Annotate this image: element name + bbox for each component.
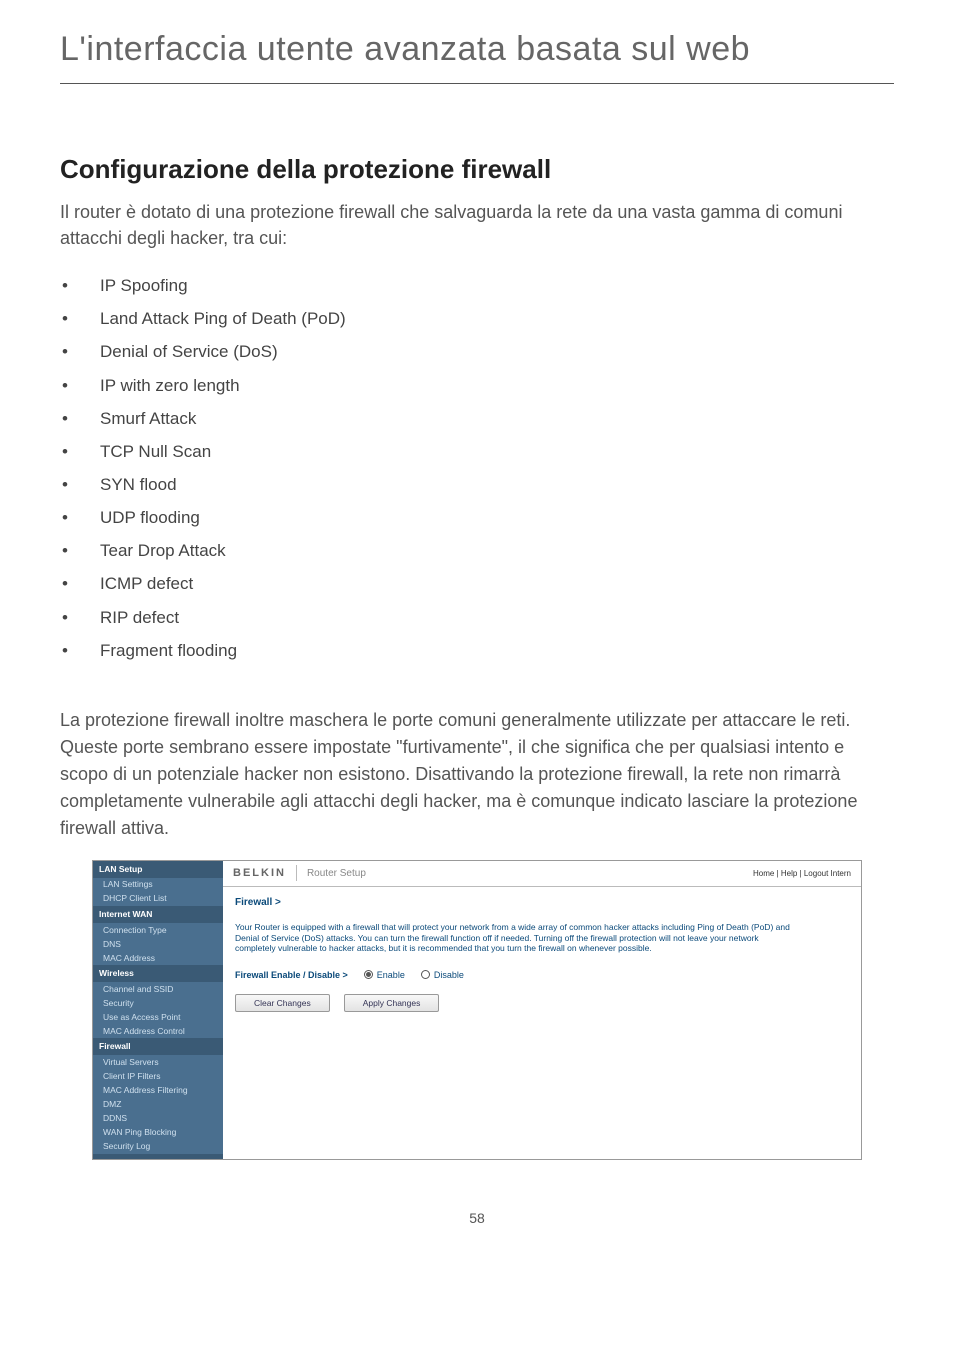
router-setup-label: Router Setup (307, 868, 366, 879)
router-sidebar: LAN Setup LAN Settings DHCP Client List … (93, 861, 223, 1159)
sidebar-item[interactable]: DHCP Client List (93, 892, 223, 906)
sidebar-item[interactable]: Client IP Filters (93, 1070, 223, 1084)
list-item-label: Fragment flooding (100, 634, 237, 667)
list-item: •UDP flooding (60, 501, 894, 534)
list-item-label: Tear Drop Attack (100, 534, 226, 567)
list-item: •RIP defect (60, 601, 894, 634)
sidebar-item[interactable]: DDNS (93, 1112, 223, 1126)
bullet-dot-icon: • (60, 468, 100, 501)
brand-logo: BELKIN (233, 867, 286, 879)
bullet-dot-icon: • (60, 567, 100, 600)
bullet-dot-icon: • (60, 302, 100, 335)
list-item-label: TCP Null Scan (100, 435, 211, 468)
router-screenshot: LAN Setup LAN Settings DHCP Client List … (92, 860, 862, 1160)
apply-changes-button[interactable]: Apply Changes (344, 994, 440, 1012)
list-item-label: ICMP defect (100, 567, 193, 600)
list-item: •Tear Drop Attack (60, 534, 894, 567)
list-item: •ICMP defect (60, 567, 894, 600)
list-item-label: UDP flooding (100, 501, 200, 534)
radio-disable-label: Disable (434, 970, 464, 980)
list-item-label: RIP defect (100, 601, 179, 634)
router-content: Firewall > Your Router is equipped with … (223, 887, 861, 1022)
sidebar-group-utilities[interactable]: Utilities (93, 1154, 223, 1160)
list-item: •IP with zero length (60, 369, 894, 402)
radio-enable[interactable]: Enable (364, 970, 405, 980)
intro-paragraph: Il router è dotato di una protezione fir… (60, 199, 894, 251)
sidebar-item[interactable]: Use as Access Point (93, 1010, 223, 1024)
chapter-title: L'interfaccia utente avanzata basata sul… (60, 30, 894, 84)
bullet-dot-icon: • (60, 369, 100, 402)
bullet-dot-icon: • (60, 501, 100, 534)
header-links[interactable]: Home | Help | Logout Intern (753, 869, 851, 878)
list-item-label: Denial of Service (DoS) (100, 335, 278, 368)
list-item: •Denial of Service (DoS) (60, 335, 894, 368)
bullet-dot-icon: • (60, 534, 100, 567)
divider-icon (296, 865, 297, 881)
clear-changes-button[interactable]: Clear Changes (235, 994, 330, 1012)
list-item: •Smurf Attack (60, 402, 894, 435)
sidebar-item[interactable]: Channel and SSID (93, 982, 223, 996)
radio-disable[interactable]: Disable (421, 970, 464, 980)
sidebar-item[interactable]: MAC Address Filtering (93, 1084, 223, 1098)
router-main: BELKIN Router Setup Home | Help | Logout… (223, 861, 861, 1159)
sidebar-item[interactable]: Security Log (93, 1140, 223, 1154)
sidebar-item[interactable]: DNS (93, 937, 223, 951)
sidebar-item[interactable]: DMZ (93, 1098, 223, 1112)
sidebar-item[interactable]: LAN Settings (93, 878, 223, 892)
sidebar-group-wireless[interactable]: Wireless (93, 965, 223, 982)
list-item-label: IP Spoofing (100, 269, 188, 302)
bullet-dot-icon: • (60, 435, 100, 468)
bullet-dot-icon: • (60, 634, 100, 667)
bullet-dot-icon: • (60, 402, 100, 435)
bullet-dot-icon: • (60, 601, 100, 634)
sidebar-group-lan[interactable]: LAN Setup (93, 861, 223, 878)
breadcrumb: Firewall > (235, 897, 849, 908)
body-paragraph: La protezione firewall inoltre maschera … (60, 707, 894, 842)
list-item: •IP Spoofing (60, 269, 894, 302)
sidebar-item[interactable]: Virtual Servers (93, 1055, 223, 1069)
sidebar-item[interactable]: Security (93, 996, 223, 1010)
router-header: BELKIN Router Setup Home | Help | Logout… (223, 861, 861, 887)
list-item: •SYN flood (60, 468, 894, 501)
bullet-dot-icon: • (60, 269, 100, 302)
list-item-label: Land Attack Ping of Death (PoD) (100, 302, 346, 335)
attack-list: •IP Spoofing •Land Attack Ping of Death … (60, 269, 894, 667)
list-item: •Land Attack Ping of Death (PoD) (60, 302, 894, 335)
list-item-label: SYN flood (100, 468, 177, 501)
sidebar-item[interactable]: Connection Type (93, 923, 223, 937)
list-item-label: Smurf Attack (100, 402, 196, 435)
section-title: Configurazione della protezione firewall (60, 154, 894, 185)
list-item: •Fragment flooding (60, 634, 894, 667)
radio-enable-label: Enable (377, 970, 405, 980)
sidebar-group-wan[interactable]: Internet WAN (93, 906, 223, 923)
page-number: 58 (60, 1210, 894, 1226)
list-item-label: IP with zero length (100, 369, 240, 402)
list-item: •TCP Null Scan (60, 435, 894, 468)
bullet-dot-icon: • (60, 335, 100, 368)
sidebar-group-firewall[interactable]: Firewall (93, 1038, 223, 1055)
firewall-description: Your Router is equipped with a firewall … (235, 922, 795, 954)
sidebar-item[interactable]: MAC Address (93, 951, 223, 965)
firewall-toggle-label: Firewall Enable / Disable > (235, 970, 348, 980)
radio-dot-icon (364, 970, 373, 979)
radio-dot-icon (421, 970, 430, 979)
sidebar-item[interactable]: MAC Address Control (93, 1024, 223, 1038)
sidebar-item[interactable]: WAN Ping Blocking (93, 1126, 223, 1140)
